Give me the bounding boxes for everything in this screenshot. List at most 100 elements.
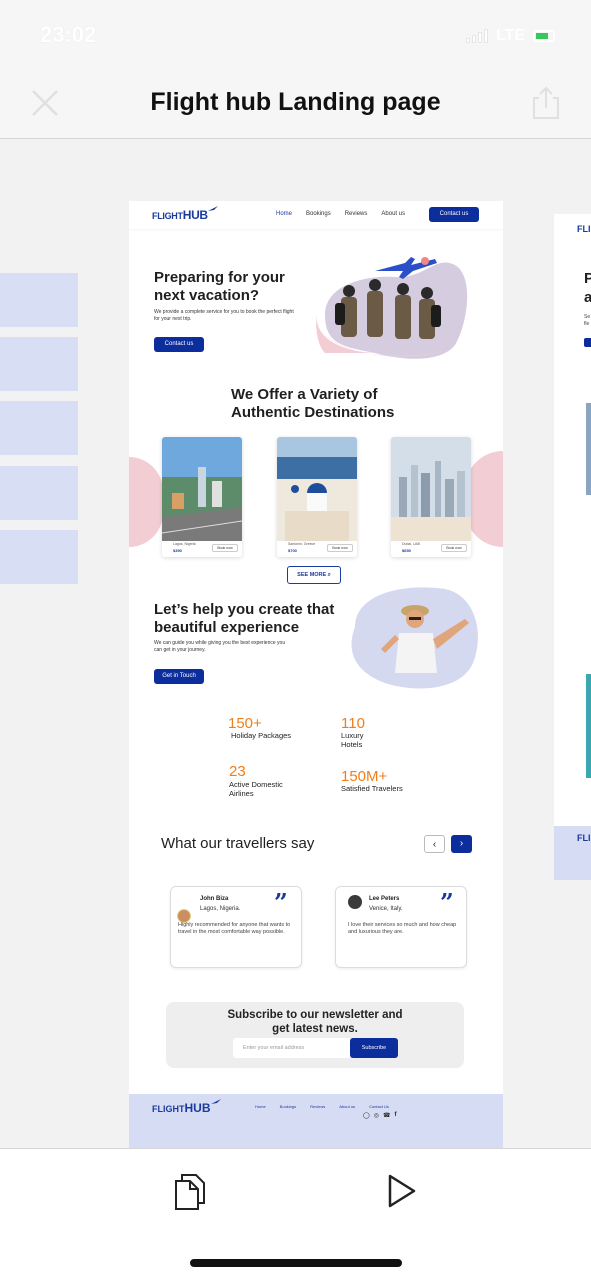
logo-flight-text: FLIGHT bbox=[152, 1104, 185, 1114]
selfie-traveler-image bbox=[351, 587, 478, 689]
help-subtitle: We can guide you while giving you the be… bbox=[154, 640, 286, 653]
page-thumbnail[interactable] bbox=[0, 337, 78, 391]
network-label: LTE bbox=[495, 27, 525, 44]
newsletter-section: Subscribe to our newsletter and get late… bbox=[166, 1002, 464, 1068]
stat-value: 110 bbox=[341, 715, 365, 732]
hero-travelers-image bbox=[316, 257, 468, 359]
destination-price: $350 bbox=[173, 548, 182, 553]
newsletter-title-text: Subscribe to our newsletter and get late… bbox=[227, 1009, 403, 1035]
bottom-toolbar bbox=[0, 1148, 591, 1280]
destination-card[interactable]: Dubai, UAE $650 Book now bbox=[391, 437, 471, 557]
page-thumbnail[interactable] bbox=[0, 466, 78, 520]
lagos-image bbox=[162, 437, 242, 541]
next-frame-preview[interactable]: FLI Pa Se fle bbox=[554, 214, 591, 880]
santorini-image bbox=[277, 437, 357, 541]
footer-link-about[interactable]: About us bbox=[339, 1104, 355, 1109]
status-indicators: LTE bbox=[465, 27, 555, 45]
footer-link-home[interactable]: Home bbox=[255, 1104, 266, 1109]
page-thumbnail[interactable] bbox=[0, 530, 78, 584]
landing-page-frame[interactable]: FLIGHTHUB Home Bookings Reviews About us… bbox=[129, 201, 503, 1148]
footer-link-reviews[interactable]: Reviews bbox=[310, 1104, 325, 1109]
testimonial-text: Highly recommended for anyone that wants… bbox=[178, 922, 291, 935]
facebook-icon[interactable]: f bbox=[394, 1112, 396, 1119]
destination-price: $700 bbox=[288, 548, 297, 553]
twitter-icon[interactable]: ◎ bbox=[374, 1112, 379, 1119]
testimonial-text: I love their services so much and how ch… bbox=[348, 922, 457, 935]
next-frame-footer: FLI bbox=[554, 826, 591, 880]
prev-testimonial-button[interactable]: ‹ bbox=[424, 835, 445, 853]
newsletter-email-input[interactable]: Enter your email address bbox=[233, 1038, 351, 1058]
destination-price: $650 bbox=[402, 548, 411, 553]
page-thumbnail[interactable] bbox=[0, 273, 78, 327]
testimonial-card: John Biza Lagos, Nigeria. ” Highly recom… bbox=[170, 886, 302, 968]
stat-label: Active Domestic Airlines bbox=[229, 780, 283, 798]
logo-hub-text: HUB bbox=[182, 208, 208, 222]
footer-link-bookings[interactable]: Bookings bbox=[280, 1104, 296, 1109]
avatar bbox=[177, 909, 191, 923]
social-links: ◯ ◎ ☎ f bbox=[363, 1112, 396, 1119]
share-icon[interactable] bbox=[531, 86, 561, 120]
help-title: Let’s help you create that beautiful exp… bbox=[154, 601, 335, 636]
destination-name: Lagos, Nigeria bbox=[173, 542, 196, 546]
subscribe-button[interactable]: Subscribe bbox=[350, 1038, 398, 1058]
stat-label: Luxury Hotels bbox=[341, 731, 364, 749]
nav-contact-button[interactable]: Contact us bbox=[429, 207, 479, 222]
copy-icon[interactable] bbox=[174, 1173, 206, 1211]
get-in-touch-button[interactable]: Get in Touch bbox=[154, 669, 204, 684]
battery-icon bbox=[533, 30, 555, 42]
footer-links: Home Bookings Reviews About us Contact U… bbox=[255, 1104, 403, 1109]
site-footer: FLIGHTHUB Home Bookings Reviews About us… bbox=[129, 1094, 503, 1148]
stat-label: Holiday Packages bbox=[231, 731, 292, 740]
page-title: Flight hub Landing page bbox=[150, 88, 441, 116]
destinations-title: We Offer a Variety of Authentic Destinat… bbox=[231, 386, 395, 421]
stat-value: 150M+ bbox=[341, 768, 388, 785]
see-more-button[interactable]: SEE MORE ⌕ bbox=[287, 566, 341, 584]
instagram-icon[interactable]: ◯ bbox=[363, 1112, 370, 1119]
testimonial-card: Lee Peters Venice, Italy. ” I love their… bbox=[335, 886, 467, 968]
hero-subtitle: We provide a complete service for you to… bbox=[154, 309, 294, 322]
quote-icon: ” bbox=[440, 888, 454, 917]
nav-link-about[interactable]: About us bbox=[381, 211, 405, 217]
book-now-button[interactable]: Book now bbox=[441, 544, 467, 552]
destination-name: Dubai, UAE bbox=[402, 542, 421, 546]
testimonial-location: Venice, Italy. bbox=[369, 906, 403, 912]
nav-link-bookings[interactable]: Bookings bbox=[306, 211, 331, 217]
stat-label: Satisfied Travelers bbox=[341, 784, 403, 793]
destination-name: Santorini, Greece bbox=[288, 542, 316, 546]
destination-card[interactable]: Lagos, Nigeria $350 Book now bbox=[162, 437, 242, 557]
signal-icon bbox=[465, 29, 488, 43]
destination-card[interactable]: Santorini, Greece $700 Book now bbox=[277, 437, 357, 557]
logo-flight-text: FLIGHT bbox=[152, 211, 183, 221]
testimonial-location: Lagos, Nigeria. bbox=[200, 906, 241, 912]
book-now-button[interactable]: Book now bbox=[327, 544, 353, 552]
preview-canvas: FLI Pa Se fle FLI FLIGHTHUB Home Bookings… bbox=[0, 140, 591, 1148]
search-icon: ⌕ bbox=[327, 572, 331, 578]
play-icon[interactable] bbox=[387, 1173, 417, 1209]
nav-link-reviews[interactable]: Reviews bbox=[345, 211, 368, 217]
status-time: 23:02 bbox=[40, 22, 97, 47]
site-logo[interactable]: FLIGHTHUB bbox=[152, 206, 218, 222]
page-thumbnail[interactable] bbox=[0, 401, 78, 455]
nav-links: Home Bookings Reviews About us bbox=[276, 211, 419, 217]
app-bar: Flight hub Landing page bbox=[0, 72, 591, 139]
testimonial-name: Lee Peters bbox=[369, 896, 400, 902]
book-now-button[interactable]: Book now bbox=[212, 544, 238, 552]
dubai-image bbox=[391, 437, 471, 541]
quote-icon: ” bbox=[274, 888, 288, 917]
footer-link-contact[interactable]: Contact Us bbox=[369, 1104, 389, 1109]
status-bar: 23:02 LTE bbox=[0, 0, 591, 72]
next-testimonial-button[interactable]: › bbox=[451, 835, 472, 853]
stat-value: 23 bbox=[229, 763, 246, 780]
hero-contact-button[interactable]: Contact us bbox=[154, 337, 204, 352]
whatsapp-icon[interactable]: ☎ bbox=[383, 1112, 390, 1119]
footer-logo[interactable]: FLIGHTHUB bbox=[152, 1099, 221, 1115]
nav-link-home[interactable]: Home bbox=[276, 211, 292, 217]
home-indicator[interactable] bbox=[190, 1259, 402, 1267]
see-more-label: SEE MORE bbox=[297, 572, 327, 578]
testimonial-name: John Biza bbox=[200, 896, 229, 902]
avatar bbox=[348, 895, 362, 909]
logo-hub-text: HUB bbox=[184, 1101, 211, 1115]
plane-icon bbox=[207, 206, 218, 211]
hero-title: Preparing for your next vacation? bbox=[154, 269, 285, 304]
decor-blob-left bbox=[129, 457, 163, 547]
